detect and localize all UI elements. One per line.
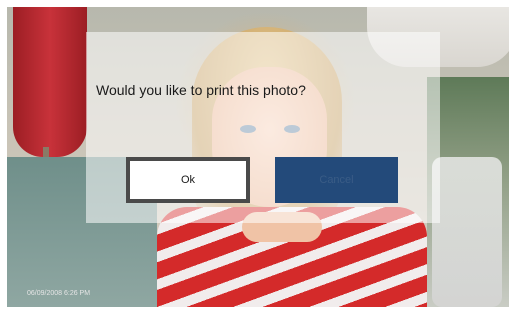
background-chair — [432, 157, 502, 307]
photo-timestamp: 06/09/2008 6:26 PM — [27, 290, 91, 297]
cancel-button[interactable]: Cancel — [275, 157, 398, 203]
ok-button-label: Ok — [180, 174, 196, 186]
ok-button[interactable]: Ok — [126, 157, 250, 203]
print-dialog: Would you like to print this photo? Ok C… — [86, 32, 440, 223]
dialog-message: Would you like to print this photo? — [96, 82, 306, 98]
background-umbrella — [13, 7, 87, 157]
cancel-button-label: Cancel — [319, 174, 354, 186]
device-frame: 06/09/2008 6:26 PM Would you like to pri… — [0, 0, 515, 312]
